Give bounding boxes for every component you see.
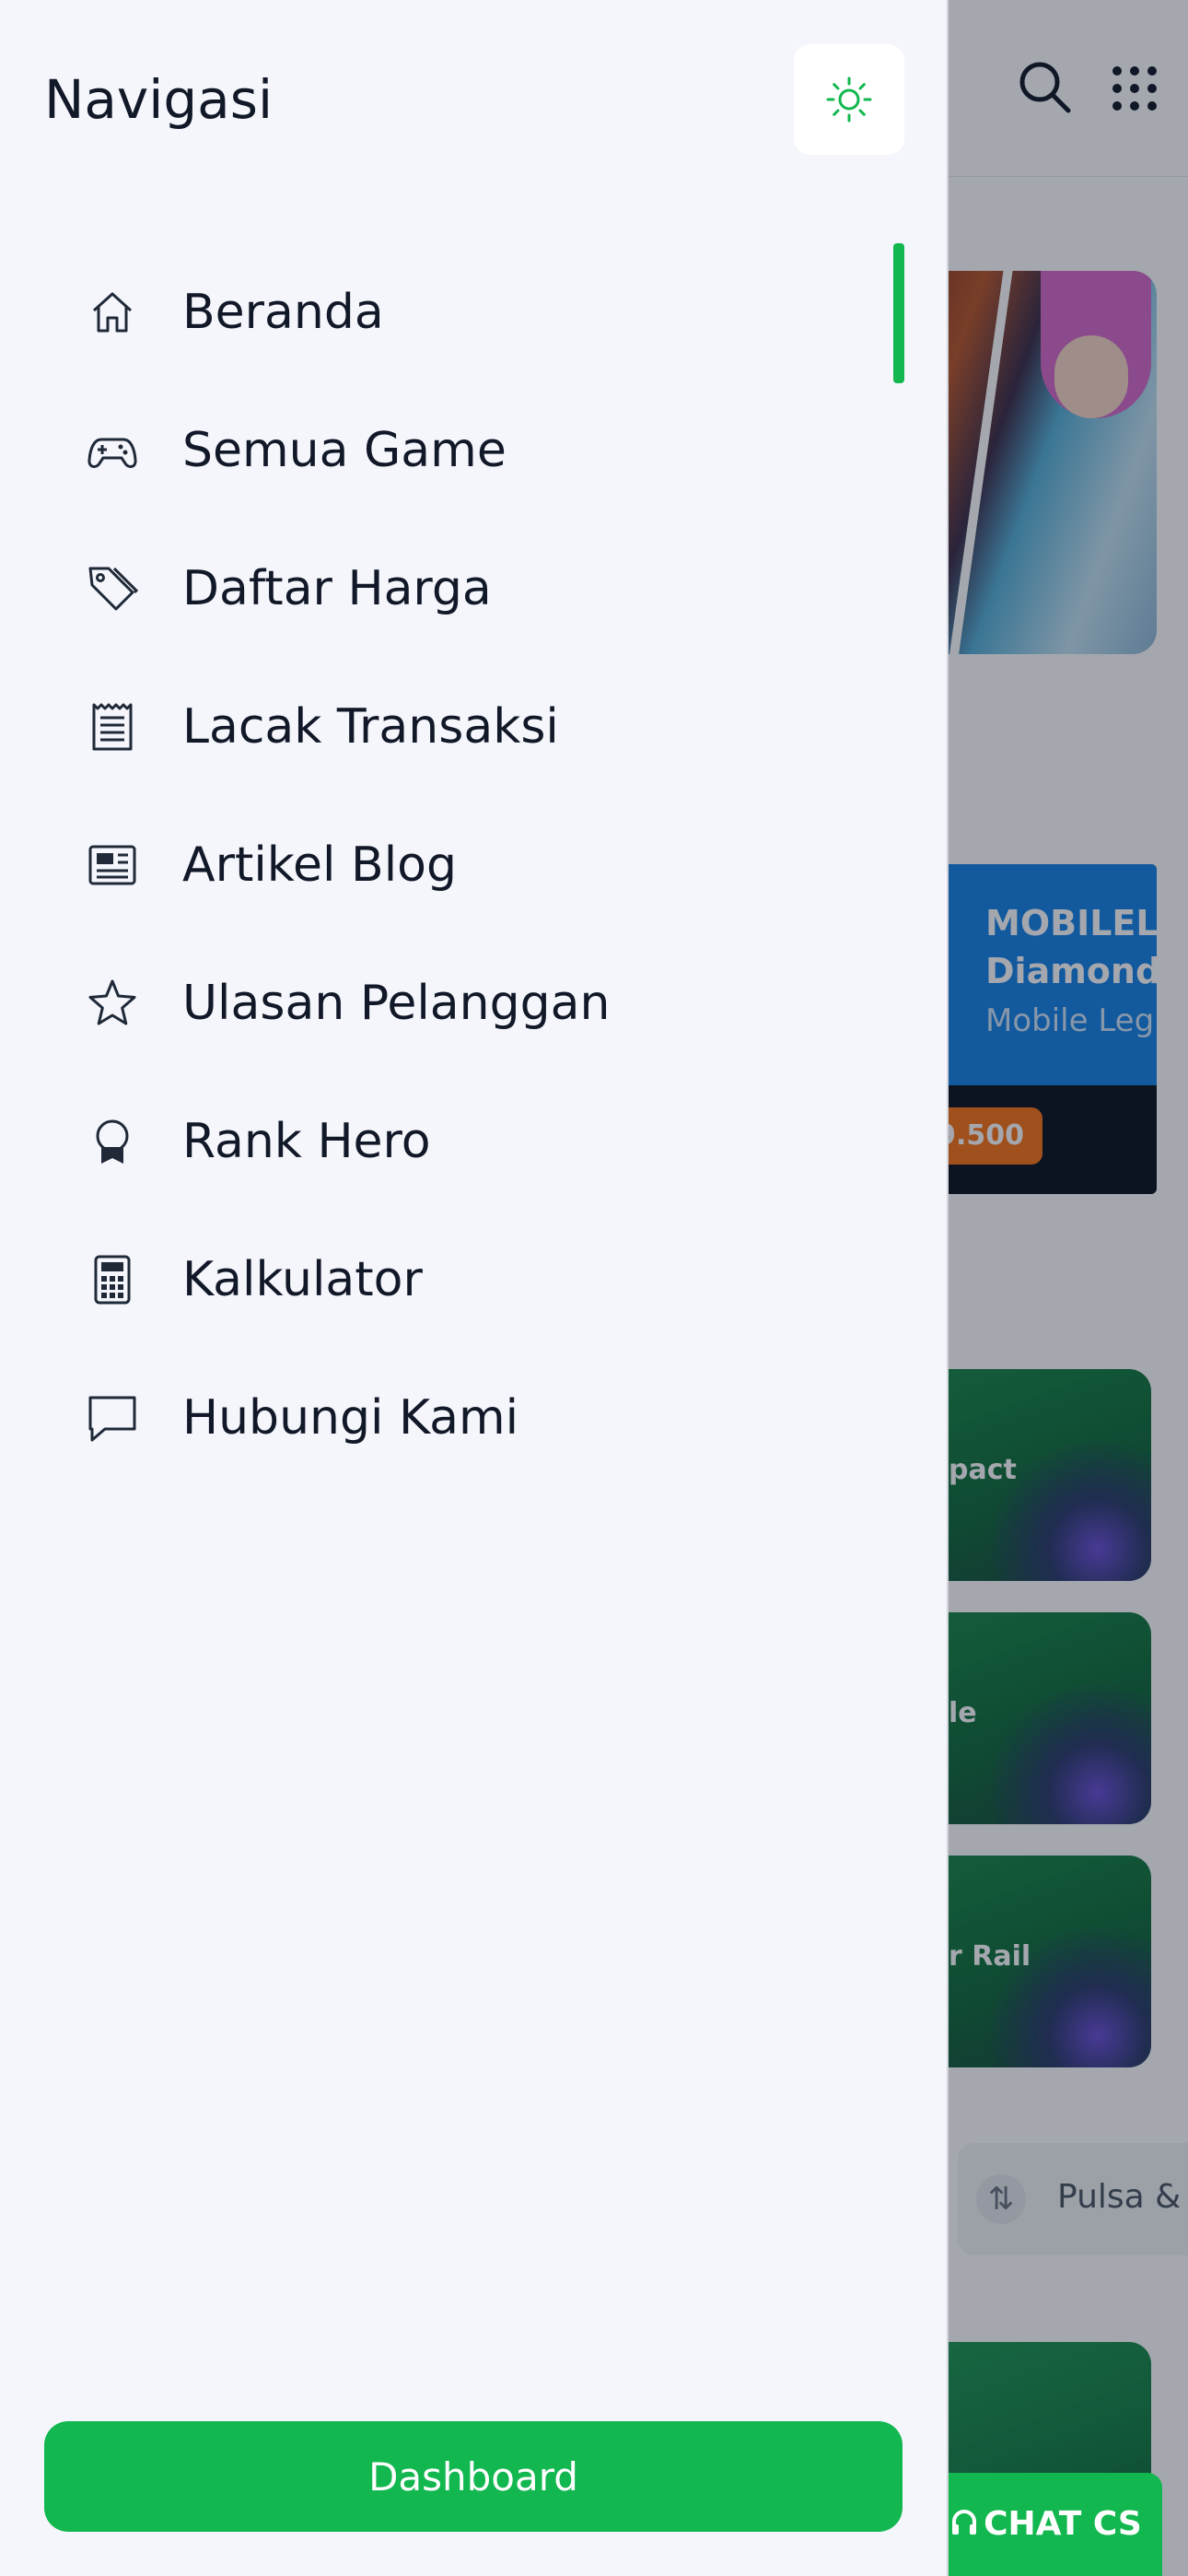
nav-item-label: Lacak Transaksi <box>182 699 559 755</box>
chat-cs-button[interactable]: CHAT CS <box>930 2473 1162 2576</box>
nav-item-label: Beranda <box>182 285 384 340</box>
navigation-drawer: Navigasi Beranda Semua Game Daftar Harga… <box>0 0 949 2576</box>
sun-icon <box>826 76 872 123</box>
nav-item-label: Artikel Blog <box>182 837 457 893</box>
dashboard-button[interactable]: Dashboard <box>44 2421 903 2532</box>
nav-item-label: Ulasan Pelanggan <box>182 976 611 1031</box>
nav-item-ulasan-pelanggan[interactable]: Ulasan Pelanggan <box>0 934 949 1072</box>
headset-icon <box>952 2510 977 2535</box>
nav-item-artikel-blog[interactable]: Artikel Blog <box>0 796 949 934</box>
star-icon <box>88 979 136 1025</box>
chat-bubble-icon <box>88 1396 136 1442</box>
nav-item-label: Kalkulator <box>182 1252 423 1307</box>
nav-item-lacak-transaksi[interactable]: Lacak Transaksi <box>0 658 949 796</box>
chat-cs-label: CHAT CS <box>984 2505 1142 2543</box>
gamepad-icon <box>87 438 137 468</box>
drawer-title: Navigasi <box>44 68 274 131</box>
price-tag-icon <box>88 567 138 611</box>
nav-item-label: Rank Hero <box>182 1114 431 1169</box>
nav-item-label: Daftar Harga <box>182 561 492 616</box>
home-icon <box>92 292 133 333</box>
nav-item-beranda[interactable]: Beranda <box>0 243 949 381</box>
nav-item-semua-game[interactable]: Semua Game <box>0 381 949 520</box>
nav-item-label: Semua Game <box>182 423 507 478</box>
theme-toggle-button[interactable] <box>794 44 904 155</box>
calculator-icon <box>94 1255 131 1305</box>
nav-item-kalkulator[interactable]: Kalkulator <box>0 1211 949 1349</box>
nav-item-daftar-harga[interactable]: Daftar Harga <box>0 520 949 658</box>
receipt-icon <box>92 703 133 751</box>
nav-item-label: Hubungi Kami <box>182 1390 519 1446</box>
newspaper-icon <box>88 845 136 885</box>
nav-item-hubungi-kami[interactable]: Hubungi Kami <box>0 1349 949 1487</box>
award-icon <box>96 1119 129 1164</box>
nav-item-rank-hero[interactable]: Rank Hero <box>0 1072 949 1211</box>
